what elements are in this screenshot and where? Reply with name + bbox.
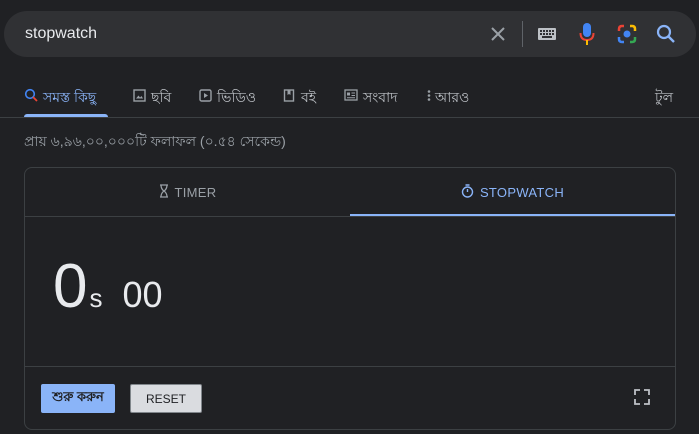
tab-stopwatch-label: STOPWATCH — [479, 184, 565, 200]
search-icon — [24, 88, 38, 102]
tab-label: আরও — [435, 89, 470, 105]
tab-news[interactable]: সংবাদ — [344, 78, 397, 118]
search-divider — [522, 21, 523, 47]
tabs-divider — [0, 117, 699, 118]
stopwatch-icon — [461, 183, 474, 201]
tab-label: সমস্ত কিছু — [43, 89, 97, 105]
widget-footer-divider — [25, 366, 675, 367]
keyboard-icon[interactable] — [534, 21, 560, 47]
news-icon — [344, 88, 358, 102]
tab-timer-label: TIMER — [174, 184, 217, 200]
tab-books[interactable]: বই — [282, 78, 316, 118]
search-tabs: সমস্ত কিছু ছবি ভিডিও বই সংবাদ আরও টুল — [0, 78, 699, 118]
tab-more[interactable]: আরও — [426, 78, 469, 118]
tab-all[interactable]: সমস্ত কিছু — [24, 78, 108, 118]
lens-camera-icon[interactable] — [614, 21, 640, 47]
image-icon — [132, 88, 146, 102]
widget-tab-divider — [25, 216, 675, 217]
book-icon — [282, 88, 296, 102]
microphone-icon[interactable] — [574, 21, 600, 47]
start-button[interactable]: শুরু করুন — [41, 384, 115, 413]
fullscreen-icon[interactable] — [633, 388, 651, 406]
hourglass-icon — [159, 183, 169, 201]
reset-button[interactable]: RESET — [130, 384, 202, 413]
tools-button[interactable]: টুল — [655, 78, 673, 118]
search-icon[interactable] — [653, 21, 679, 47]
close-icon[interactable] — [485, 21, 511, 47]
stopwatch-widget: TIMER STOPWATCH 0 s 00 শুরু করুন RESET — [24, 167, 676, 430]
tab-label: সংবাদ — [363, 89, 398, 105]
video-icon — [198, 88, 212, 102]
tab-label: ছবি — [151, 89, 172, 105]
seconds-unit: s — [89, 283, 103, 313]
centiseconds-value: 00 — [122, 274, 163, 315]
stopwatch-display: 0 s 00 — [53, 256, 163, 318]
tab-stopwatch[interactable]: STOPWATCH — [350, 168, 675, 217]
more-vertical-icon — [426, 88, 432, 102]
tab-timer[interactable]: TIMER — [25, 168, 350, 216]
search-input[interactable]: stopwatch — [25, 25, 97, 43]
result-stats: প্রায় ৬,৯৬,০০,০০০টি ফলাফল (০.৫৪ সেকেন্ড… — [24, 133, 286, 149]
tab-videos[interactable]: ভিডিও — [198, 78, 256, 118]
tab-label: ভিডিও — [217, 89, 257, 105]
tab-label: বই — [301, 89, 317, 105]
tab-images[interactable]: ছবি — [132, 78, 171, 118]
tools-label: টুল — [655, 89, 674, 105]
seconds-value: 0 — [53, 252, 88, 321]
search-bar[interactable]: stopwatch — [4, 11, 696, 57]
